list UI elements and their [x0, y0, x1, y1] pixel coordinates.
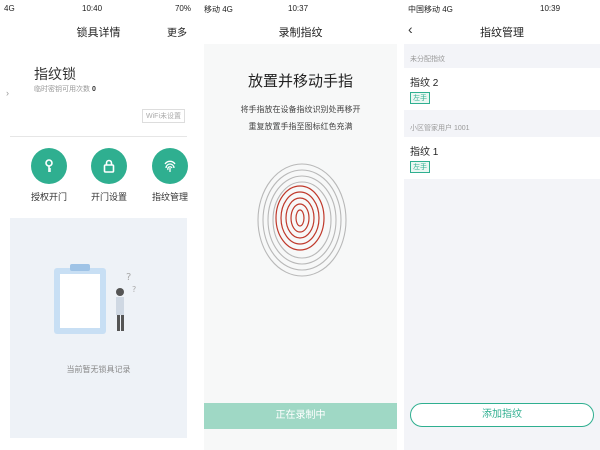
- fingerprint-item[interactable]: 指纹 1 左手: [404, 137, 600, 179]
- clipboard-illustration-icon: ? ?: [54, 264, 136, 334]
- temp-key-value: 0: [91, 86, 96, 93]
- temp-key-count: 临时密钥可用次数 0: [34, 84, 96, 94]
- nav-bar: 录制指纹: [204, 18, 397, 44]
- authorize-open-button[interactable]: 授权开门: [19, 148, 79, 203]
- hand-tag: 左手: [410, 161, 430, 173]
- nav-bar: ‹ 指纹管理: [404, 18, 600, 44]
- fingerprint-manage-button[interactable]: 指纹管理: [140, 148, 197, 203]
- status-bar: 中国移动 4G 10:39: [404, 0, 600, 18]
- fingerprint-icon: [164, 160, 176, 172]
- records-empty-state: ? ? 当前暂无锁具记录: [10, 218, 187, 438]
- key-icon: [45, 159, 53, 172]
- lock-icon: [103, 159, 115, 173]
- instruction-line: 重复放置手指至图标红色充满: [248, 122, 353, 131]
- action-label: 指纹管理: [151, 192, 188, 202]
- action-label: 开门设置: [90, 192, 127, 202]
- fingerprint-name: 指纹 2: [410, 78, 439, 89]
- fingerprint-manage-screen: 中国移动 4G 10:39 ‹ 指纹管理 未分配指纹 指纹 2 左手 小区管家用…: [404, 0, 600, 450]
- clock-text: 10:39: [540, 4, 561, 13]
- more-button[interactable]: 更多: [167, 24, 187, 39]
- svg-text:?: ?: [132, 285, 136, 294]
- hand-tag: 左手: [410, 92, 430, 104]
- carrier-text: 4G: [4, 4, 15, 13]
- wifi-status-badge[interactable]: WiFi未设置: [142, 109, 185, 123]
- chevron-right-icon[interactable]: ›: [6, 88, 9, 98]
- page-title: 指纹管理: [480, 27, 524, 39]
- section-header: 小区管家用户 1001: [410, 125, 470, 132]
- open-settings-button[interactable]: 开门设置: [79, 148, 139, 203]
- section-header: 未分配指纹: [410, 56, 445, 63]
- empty-records-text: 当前暂无锁具记录: [66, 365, 131, 374]
- carrier-text: 中国移动 4G: [408, 5, 453, 14]
- fingerprint-item[interactable]: 指纹 2 左手: [404, 68, 600, 110]
- svg-text:?: ?: [126, 272, 131, 283]
- status-bar: 4G 10:40 70%: [0, 0, 197, 18]
- divider: [10, 136, 187, 137]
- add-fingerprint-button[interactable]: 添加指纹: [410, 403, 594, 427]
- carrier-text: 移动 4G: [204, 5, 233, 14]
- fingerprint-name: 指纹 1: [410, 147, 439, 158]
- lock-name: 指纹锁: [34, 66, 76, 82]
- recording-status-button[interactable]: 正在录制中: [204, 403, 397, 429]
- status-bar: 移动 4G 10:37: [204, 0, 397, 18]
- temp-key-label: 临时密钥可用次数: [34, 86, 90, 93]
- action-label: 授权开门: [30, 192, 67, 202]
- lock-detail-screen: 4G 10:40 70% 锁具详情 更多 › 指纹锁 临时密钥可用次数 0 Wi…: [0, 0, 197, 450]
- record-fingerprint-screen: 移动 4G 10:37 录制指纹 放置并移动手指 将手指放在设备指纹识别处再移开…: [204, 0, 397, 450]
- fingerprint-progress-icon: [257, 163, 347, 277]
- battery-text: 70%: [174, 4, 191, 13]
- nav-bar: 锁具详情 更多: [0, 18, 197, 44]
- instruction-line: 将手指放在设备指纹识别处再移开: [240, 105, 361, 114]
- page-title: 录制指纹: [278, 27, 323, 39]
- instruction-heading: 放置并移动手指: [247, 73, 353, 90]
- clock-text: 10:37: [288, 4, 309, 13]
- clock-text: 10:40: [82, 4, 103, 13]
